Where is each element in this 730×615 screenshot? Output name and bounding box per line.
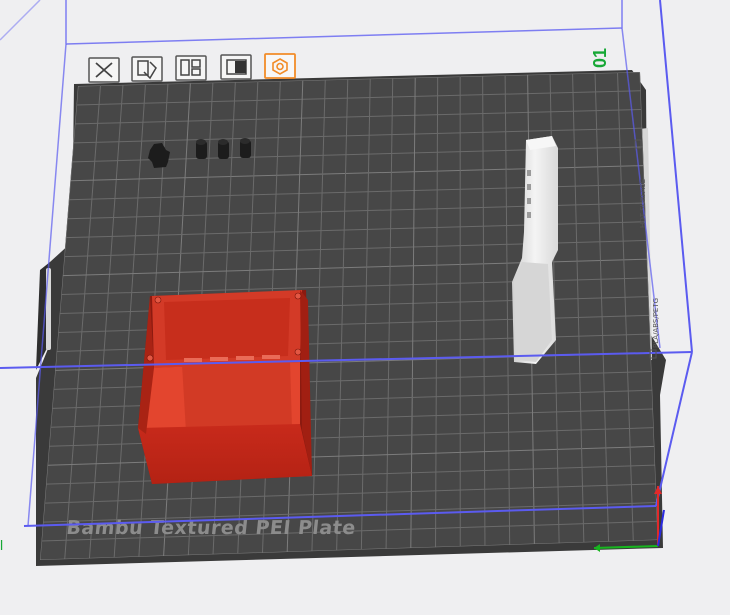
lock-plate-button[interactable] [220,54,252,80]
plate-number: 01 [590,48,610,68]
arrange-button[interactable] [175,55,207,81]
auto-orient-button[interactable] [131,56,163,82]
plate-settings-button[interactable] [264,53,296,79]
edge-marker: l [0,537,3,553]
remove-plate-button[interactable] [88,57,120,83]
build-volume-back [0,0,623,45]
plate-toolbar [88,53,296,83]
side-label-material: PLA/ABS/PETG [652,298,660,348]
3d-viewport[interactable]: Bambu Textured PEI Plate l 01 HOT SURFAC… [0,0,730,615]
side-label-hot-surface: HOT SURFACE [639,179,647,228]
red-box-model[interactable] [138,290,312,484]
